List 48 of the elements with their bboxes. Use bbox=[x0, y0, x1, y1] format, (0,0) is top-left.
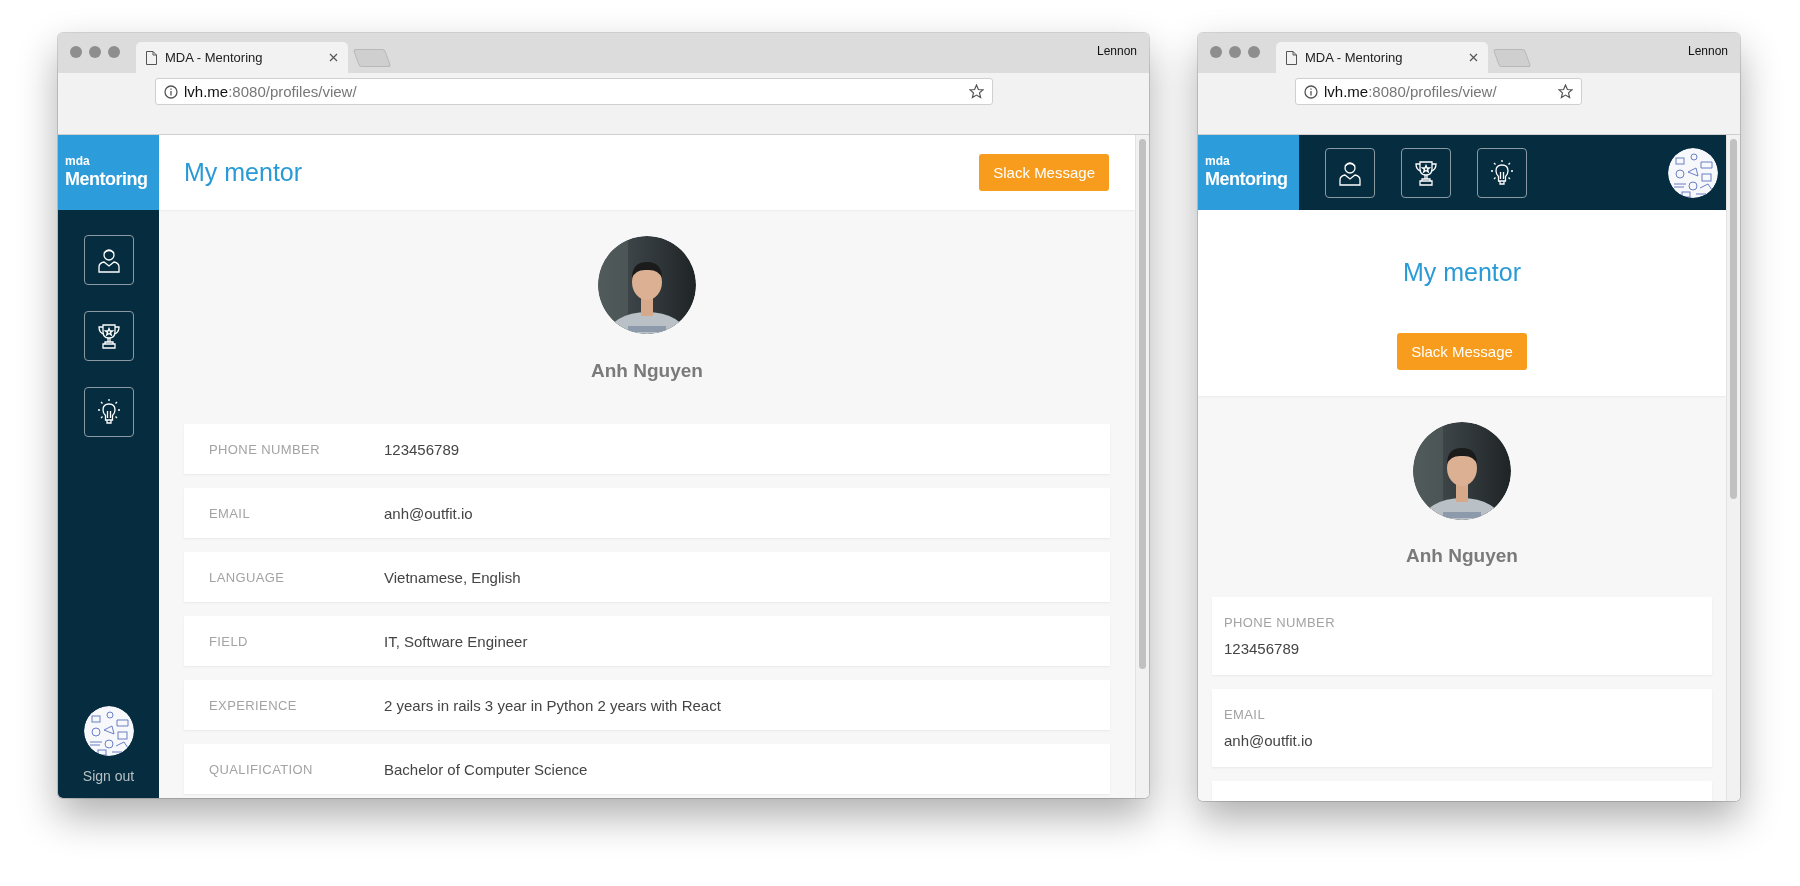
close-icon[interactable] bbox=[1469, 53, 1478, 62]
nav-button[interactable] bbox=[83, 235, 134, 285]
profile-name[interactable]: Lennon bbox=[1096, 44, 1137, 58]
field-value: Bachelor of Computer Science bbox=[384, 760, 588, 778]
trophy-icon bbox=[96, 323, 121, 349]
star-icon[interactable] bbox=[1558, 84, 1573, 99]
close-icon[interactable] bbox=[329, 53, 338, 62]
person-icon bbox=[1339, 159, 1361, 186]
address-bar[interactable]: lvh.me:8080/profiles/view/ bbox=[155, 78, 993, 105]
field-value: 123456789 bbox=[1224, 640, 1300, 657]
field-value: 2 years in rails 3 year in Python 2 years with React bbox=[384, 696, 721, 714]
field-label: QUALIFICATION bbox=[209, 761, 314, 777]
field-label: PHONE NUMBER bbox=[209, 441, 321, 457]
field-value: 123456789 bbox=[384, 440, 460, 458]
address-bar[interactable]: lvh.me:8080/profiles/view/ bbox=[1295, 78, 1582, 105]
scrollbar[interactable] bbox=[1726, 135, 1740, 801]
star-icon[interactable] bbox=[969, 84, 984, 99]
field-label: FIELD bbox=[209, 633, 249, 649]
mentor-name: Anh Nguyen bbox=[591, 360, 703, 382]
nav-button[interactable] bbox=[1477, 147, 1527, 198]
field-value: anh@outfit.io bbox=[1224, 732, 1313, 749]
info-icon[interactable] bbox=[1304, 84, 1318, 99]
mentor-name: Anh Nguyen bbox=[1406, 545, 1518, 567]
nav-button[interactable] bbox=[83, 387, 134, 437]
field-value: IT, Software Engineer bbox=[384, 632, 528, 650]
page-title: My mentor bbox=[1402, 258, 1522, 287]
field-value: anh@outfit.io bbox=[384, 504, 473, 522]
trophy-icon bbox=[1414, 159, 1438, 186]
field-label: PHONE NUMBER bbox=[1224, 615, 1335, 630]
document-icon bbox=[146, 50, 157, 65]
profile-name[interactable]: Lennon bbox=[1687, 44, 1728, 58]
nav-button[interactable] bbox=[1401, 147, 1451, 198]
field-label: LANGUAGE bbox=[209, 569, 286, 585]
field-value: Vietnamese, English bbox=[384, 568, 521, 586]
field-label: EMAIL bbox=[1224, 707, 1265, 722]
document-icon bbox=[1286, 50, 1297, 65]
person-icon bbox=[97, 247, 120, 273]
field-label: EMAIL bbox=[209, 505, 251, 521]
sign-out-link[interactable]: Sign out bbox=[82, 768, 135, 784]
page-title: My mentor bbox=[184, 158, 303, 187]
info-icon[interactable] bbox=[164, 84, 178, 99]
lightbulb-icon bbox=[1488, 158, 1516, 187]
field-label: EXPERIENCE bbox=[209, 697, 298, 713]
browser-tab[interactable]: MDA - Mentoring bbox=[1276, 42, 1488, 73]
scrollbar[interactable] bbox=[1135, 135, 1149, 798]
nav-button[interactable] bbox=[1325, 147, 1375, 198]
browser-tab[interactable]: MDA - Mentoring bbox=[136, 42, 348, 73]
nav-button[interactable] bbox=[83, 311, 134, 361]
